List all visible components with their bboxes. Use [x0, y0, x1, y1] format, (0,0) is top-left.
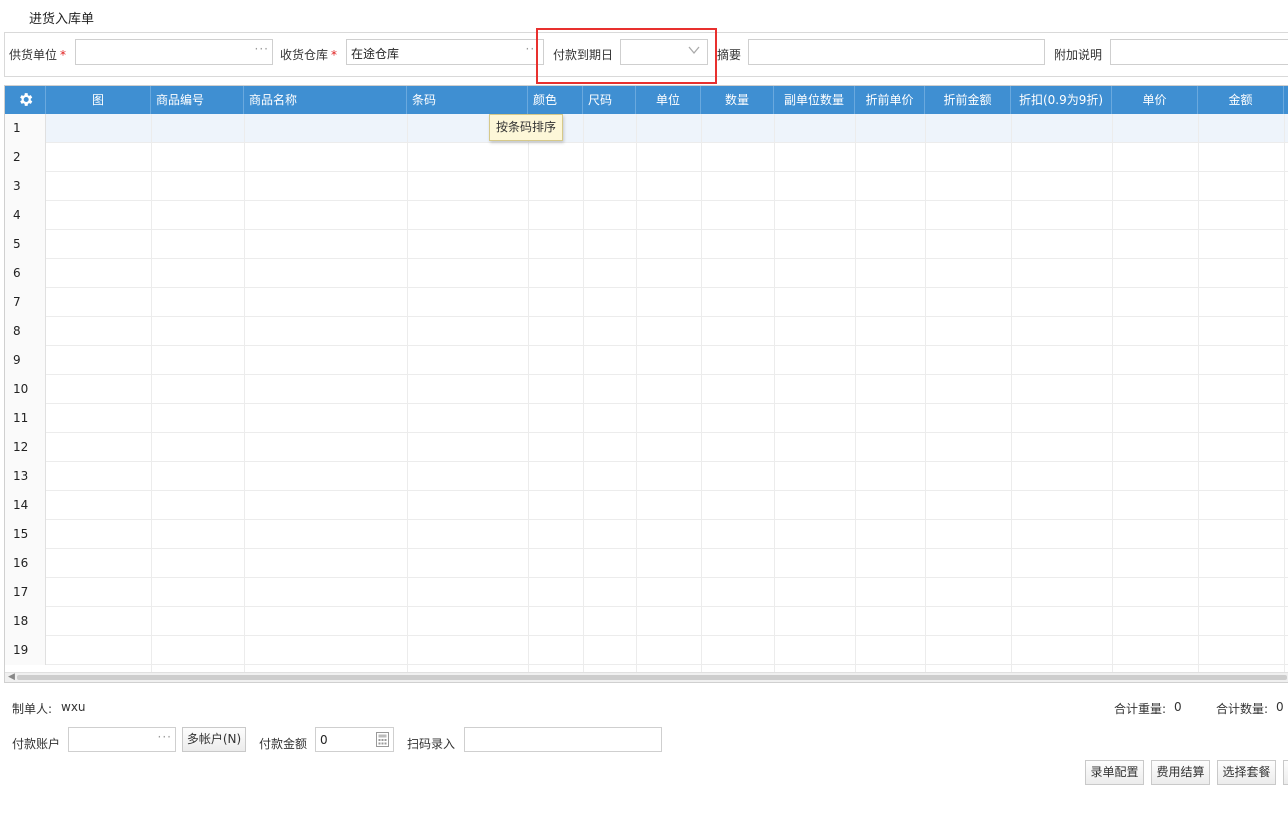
table-row[interactable]: 10: [5, 375, 1288, 404]
pay-account-browse-icon[interactable]: ···: [158, 730, 172, 744]
table-row[interactable]: 16: [5, 549, 1288, 578]
total-weight-value: 0: [1174, 700, 1182, 714]
expense-settlement-button[interactable]: 费用结算: [1151, 760, 1210, 785]
column-header-size[interactable]: 尺码: [583, 86, 636, 114]
product-grid: 图 商品编号 商品名称 条码 颜色 尺码 单位 数量 副单位数量 折前单价 折前…: [4, 85, 1288, 683]
row-number: 3: [5, 172, 46, 201]
pay-amount-label: 付款金额: [259, 737, 308, 751]
row-number: 13: [5, 462, 46, 491]
calculator-icon[interactable]: [376, 732, 389, 747]
creator-value: wxu: [61, 700, 86, 714]
warehouse-label: 收货仓库 *: [280, 48, 338, 62]
table-row[interactable]: 1: [5, 114, 1288, 143]
table-row[interactable]: 7: [5, 288, 1288, 317]
header-form: 供货单位 * ··· 收货仓库 * 在途仓库 ··· 付款到期日 摘要 附加说明: [4, 32, 1288, 77]
table-row[interactable]: 2: [5, 143, 1288, 172]
column-header-product-name[interactable]: 商品名称: [244, 86, 407, 114]
total-qty-value: 0: [1276, 700, 1284, 714]
row-number: 8: [5, 317, 46, 346]
entry-config-button[interactable]: 录单配置: [1085, 760, 1144, 785]
row-number: 9: [5, 346, 46, 375]
scroll-left-icon[interactable]: ◀: [8, 672, 15, 682]
row-number: 1: [5, 114, 46, 143]
chevron-down-icon[interactable]: [687, 43, 701, 57]
pay-account-input[interactable]: ···: [68, 727, 176, 752]
table-row[interactable]: 8: [5, 317, 1288, 346]
table-row[interactable]: 17: [5, 578, 1288, 607]
column-settings[interactable]: [5, 86, 46, 114]
table-row[interactable]: 19: [5, 636, 1288, 665]
row-number: 19: [5, 636, 46, 665]
creator-label: 制单人:: [12, 702, 53, 716]
row-number: 18: [5, 607, 46, 636]
row-number: 12: [5, 433, 46, 462]
column-header-sub-unit-qty[interactable]: 副单位数量: [774, 86, 855, 114]
column-header-unit[interactable]: 单位: [636, 86, 701, 114]
column-header-quantity[interactable]: 数量: [701, 86, 774, 114]
table-row[interactable]: 18: [5, 607, 1288, 636]
table-row[interactable]: 12: [5, 433, 1288, 462]
more-button-edge[interactable]: [1283, 760, 1288, 785]
table-row[interactable]: 14: [5, 491, 1288, 520]
supplier-label: 供货单位 *: [9, 48, 67, 62]
summary-label: 摘要: [717, 48, 742, 62]
due-date-label: 付款到期日: [553, 48, 614, 62]
column-header-amount[interactable]: 金额: [1198, 86, 1284, 114]
select-package-button[interactable]: 选择套餐: [1217, 760, 1276, 785]
row-number: 11: [5, 404, 46, 433]
pay-account-label: 付款账户: [12, 737, 61, 751]
column-header-color[interactable]: 颜色: [528, 86, 583, 114]
table-row[interactable]: 11: [5, 404, 1288, 433]
column-header-barcode[interactable]: 条码: [407, 86, 528, 114]
scan-input[interactable]: [464, 727, 662, 752]
row-number: 2: [5, 143, 46, 172]
row-number: 15: [5, 520, 46, 549]
sort-by-barcode-tooltip: 按条码排序: [489, 114, 563, 141]
table-row[interactable]: 13: [5, 462, 1288, 491]
table-row[interactable]: 6: [5, 259, 1288, 288]
table-row[interactable]: 15: [5, 520, 1288, 549]
grid-header: 图 商品编号 商品名称 条码 颜色 尺码 单位 数量 副单位数量 折前单价 折前…: [5, 86, 1288, 114]
column-header-unit-price[interactable]: 单价: [1112, 86, 1198, 114]
scrollbar-thumb[interactable]: [17, 675, 1287, 680]
column-header-pre-discount-price[interactable]: 折前单价: [855, 86, 925, 114]
multi-account-button[interactable]: 多帐户(N): [182, 727, 246, 752]
row-number: 14: [5, 491, 46, 520]
due-date-select[interactable]: [620, 39, 708, 65]
note-input[interactable]: [1110, 39, 1288, 65]
page-title: 进货入库单: [29, 12, 95, 27]
row-number: 5: [5, 230, 46, 259]
column-header-image[interactable]: 图: [46, 86, 151, 114]
row-number: 4: [5, 201, 46, 230]
total-weight-label: 合计重量:: [1114, 702, 1167, 716]
row-number: 16: [5, 549, 46, 578]
table-row[interactable]: 3: [5, 172, 1288, 201]
total-qty-label: 合计数量:: [1216, 702, 1269, 716]
supplier-browse-icon[interactable]: ···: [255, 42, 269, 56]
row-number: 7: [5, 288, 46, 317]
column-header-product-code[interactable]: 商品编号: [151, 86, 244, 114]
note-label: 附加说明: [1054, 48, 1103, 62]
table-row[interactable]: 4: [5, 201, 1288, 230]
horizontal-scrollbar[interactable]: ◀: [5, 672, 1288, 682]
supplier-input[interactable]: ···: [75, 39, 273, 65]
gear-icon[interactable]: [17, 91, 34, 108]
table-row[interactable]: 5: [5, 230, 1288, 259]
table-row[interactable]: 9: [5, 346, 1288, 375]
warehouse-input[interactable]: 在途仓库 ···: [346, 39, 544, 65]
column-header-pre-discount-amount[interactable]: 折前金额: [925, 86, 1011, 114]
row-number: 17: [5, 578, 46, 607]
warehouse-browse-icon[interactable]: ···: [526, 42, 540, 56]
row-number: 6: [5, 259, 46, 288]
summary-input[interactable]: [748, 39, 1045, 65]
column-header-discount[interactable]: 折扣(0.9为9折): [1011, 86, 1112, 114]
pay-amount-input[interactable]: 0: [315, 727, 394, 752]
row-number: 10: [5, 375, 46, 404]
scan-label: 扫码录入: [407, 737, 456, 751]
